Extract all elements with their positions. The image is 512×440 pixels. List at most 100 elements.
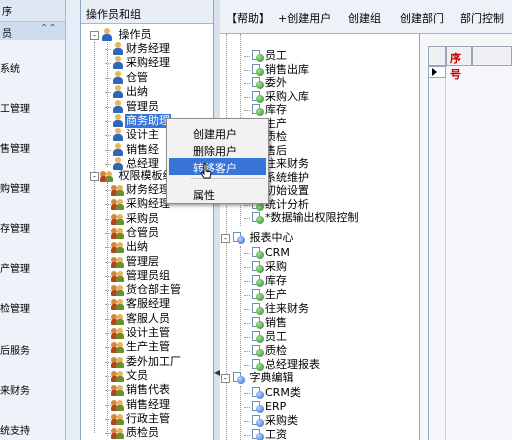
- module-nav-item-staff[interactable]: 工管理: [0, 100, 66, 115]
- permission-doc-icon: [250, 288, 264, 302]
- module-nav-item-qc[interactable]: 检管理: [0, 300, 66, 315]
- menu-item-create-user[interactable]: 创建用户: [169, 124, 266, 141]
- tree-node[interactable]: 工资: [244, 428, 288, 440]
- user-icon: [111, 70, 125, 85]
- tree-node[interactable]: 采购入库: [244, 90, 310, 104]
- group-icon: [111, 412, 125, 426]
- tree-node[interactable]: 行政主管: [105, 412, 171, 426]
- module-nav-item-finance[interactable]: 来财务: [0, 382, 66, 397]
- tree-node[interactable]: 仓管: [105, 70, 149, 85]
- grid-header-seq[interactable]: 序号: [446, 46, 472, 81]
- tree-node[interactable]: 出纳: [105, 240, 149, 254]
- create-user-button[interactable]: +创建用户: [278, 10, 331, 26]
- tree-node-label: 销售: [265, 316, 287, 329]
- create-department-button[interactable]: 创建部门: [400, 10, 444, 26]
- tree-node[interactable]: 出纳: [105, 85, 149, 99]
- tree-node[interactable]: 财务经理: [105, 42, 171, 56]
- tree-node[interactable]: 设计主: [105, 128, 160, 142]
- tree-node[interactable]: 销售经: [105, 142, 160, 157]
- tree-node[interactable]: 质检员: [105, 426, 160, 440]
- module-nav-item-stock[interactable]: 存管理: [0, 220, 66, 235]
- tree-node[interactable]: 委外加工厂: [105, 355, 182, 369]
- permission-doc-icon: [250, 76, 264, 90]
- user-icon: [111, 128, 125, 142]
- menu-item-properties[interactable]: 属性: [169, 185, 266, 202]
- tree-node[interactable]: 委外: [244, 76, 288, 90]
- tree-node-label: 销售经理: [126, 397, 170, 411]
- tree-node[interactable]: 管理员组: [105, 269, 171, 283]
- permission-doc-icon: [250, 414, 264, 428]
- tree-node[interactable]: 客服经理: [105, 297, 171, 311]
- tree-node[interactable]: 设计主管: [105, 326, 171, 340]
- tree-node[interactable]: 采购员: [105, 212, 160, 226]
- group-icon: [111, 240, 125, 254]
- tree-node[interactable]: 总经理: [105, 157, 160, 171]
- department-control-button[interactable]: 部门控制: [460, 10, 504, 26]
- module-nav-item-system[interactable]: 系统: [0, 60, 66, 75]
- menu-item-delete-user[interactable]: 删除用户: [169, 141, 266, 158]
- tree-node[interactable]: ERP: [244, 400, 287, 414]
- tree-node-label: 货仓部主管: [126, 283, 181, 297]
- tree-node[interactable]: 采购类: [244, 414, 299, 428]
- tree-node[interactable]: 采购经理: [105, 197, 171, 211]
- tree-node[interactable]: 库存: [244, 274, 288, 288]
- tree-node[interactable]: 员工: [244, 330, 288, 344]
- collapse-chevron-icon[interactable]: ⌃⌃: [40, 23, 57, 34]
- tree-node-label: 仓管员: [126, 225, 159, 239]
- module-nav-item-aftersales[interactable]: 后服务: [0, 342, 66, 357]
- tree-node[interactable]: 总经理报表: [244, 358, 321, 372]
- module-nav-item-production[interactable]: 产管理: [0, 260, 66, 275]
- tree-node[interactable]: 往来财务: [244, 302, 310, 316]
- tree-node[interactable]: 客服人员: [105, 312, 171, 326]
- tree-node[interactable]: 销售经理: [105, 397, 171, 412]
- grid-corner-cell: [428, 46, 446, 66]
- tree-node[interactable]: 销售: [244, 316, 288, 330]
- collapse-icon[interactable]: -: [221, 234, 230, 243]
- tree-node[interactable]: 员工: [244, 49, 288, 63]
- tree-node[interactable]: 生产主管: [105, 340, 171, 354]
- tree-node[interactable]: 财务经理: [105, 183, 171, 197]
- tree-node-report-center[interactable]: - 报表中心: [221, 231, 295, 245]
- tree-node[interactable]: 货仓部主管: [105, 283, 182, 297]
- tree-node[interactable]: 采购经理: [105, 56, 171, 70]
- tree-node[interactable]: CRM类: [244, 386, 302, 400]
- tree-node[interactable]: 生产: [244, 288, 288, 302]
- grid-header-empty: [472, 46, 512, 66]
- grid-row-indicator[interactable]: [428, 66, 446, 78]
- module-nav-item-support[interactable]: 统支持: [0, 422, 66, 437]
- nav-splitter: [66, 0, 80, 440]
- tree-node[interactable]: 管理员: [105, 99, 160, 114]
- tree-node[interactable]: CRM: [244, 246, 291, 260]
- group-icon: [111, 197, 125, 211]
- tree-node-label: 操作员: [118, 28, 152, 41]
- tree-node-dictionary-editor[interactable]: - 字典编辑: [221, 371, 295, 385]
- menu-item-transfer-customer[interactable]: 转移客户: [169, 158, 266, 175]
- tree-node-label: 往来财务: [265, 157, 309, 170]
- tree-node[interactable]: 文员: [105, 368, 149, 383]
- tree-node[interactable]: 采购: [244, 260, 288, 274]
- tree-node[interactable]: 销售出库: [244, 63, 310, 77]
- tree-node[interactable]: 销售代表: [105, 383, 171, 397]
- tree-node-label: 设计主: [126, 128, 159, 142]
- create-group-button[interactable]: 创建组: [348, 10, 381, 26]
- tree-node[interactable]: 库存: [244, 103, 288, 117]
- current-row-arrow-icon: [432, 68, 437, 76]
- tree-node[interactable]: 商务助理: [105, 114, 171, 128]
- tree-node[interactable]: *数据输出权限控制: [244, 211, 360, 225]
- tree-node-label: 文员: [126, 368, 148, 382]
- tree-node-label: CRM类: [265, 386, 301, 399]
- tree-node-operators[interactable]: - 操作员: [90, 28, 153, 42]
- help-button[interactable]: 【帮助】: [226, 10, 270, 26]
- tree-node-label: 字典编辑: [249, 371, 294, 384]
- module-nav-item-sales[interactable]: 售管理: [0, 140, 66, 155]
- user-icon: [102, 28, 112, 42]
- collapse-icon[interactable]: -: [90, 31, 99, 40]
- module-nav-item-purchase[interactable]: 购管理: [0, 180, 66, 195]
- module-nav-top-item[interactable]: 员 ⌃⌃: [0, 22, 65, 40]
- group-icon: [111, 297, 125, 311]
- collapse-icon[interactable]: -: [221, 374, 230, 383]
- tree-node[interactable]: 管理层: [105, 255, 160, 269]
- collapse-icon[interactable]: -: [90, 172, 99, 181]
- tree-node[interactable]: 质检: [244, 344, 288, 358]
- tree-node[interactable]: 仓管员: [105, 225, 160, 240]
